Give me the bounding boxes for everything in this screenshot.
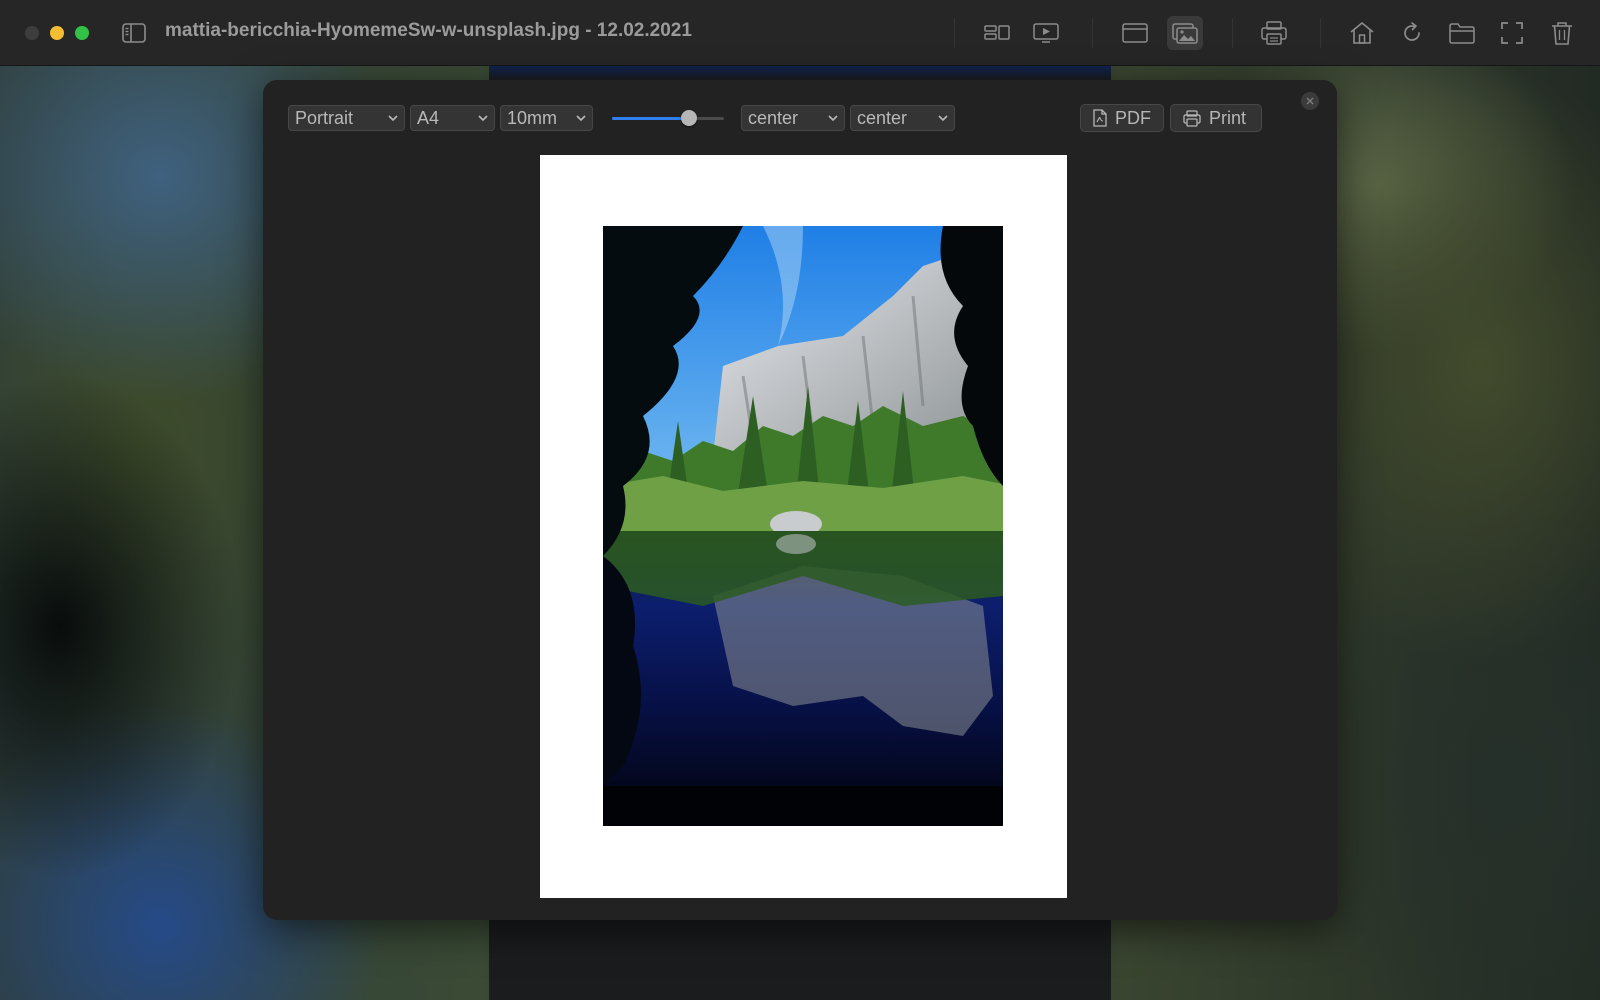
refresh-button[interactable] xyxy=(1394,16,1430,50)
fullscreen-icon xyxy=(1501,22,1523,44)
window-icon xyxy=(1122,23,1148,43)
window-mode-button[interactable] xyxy=(1117,16,1153,50)
sidebar-toggle-icon[interactable] xyxy=(122,22,146,44)
orientation-select[interactable]: Portrait xyxy=(288,105,405,131)
refresh-icon xyxy=(1404,22,1420,41)
orientation-value: Portrait xyxy=(295,108,354,128)
grid-view-button[interactable] xyxy=(979,16,1015,50)
slider-thumb[interactable] xyxy=(681,110,698,126)
delete-button[interactable] xyxy=(1544,16,1580,50)
toolbar-separator xyxy=(1320,18,1321,48)
minimize-window-button[interactable] xyxy=(50,26,64,40)
chevron-down-icon xyxy=(828,115,838,122)
image-library-button[interactable] xyxy=(1167,16,1203,50)
chevron-down-icon xyxy=(388,115,398,122)
folder-icon xyxy=(1449,23,1475,44)
pdf-button[interactable]: PDF xyxy=(1080,104,1164,132)
home-icon xyxy=(1350,22,1374,44)
pdf-button-label: PDF xyxy=(1115,107,1151,128)
trash-icon xyxy=(1552,22,1572,45)
toolbar-separator xyxy=(1232,18,1233,48)
margin-value: 10mm xyxy=(507,108,558,128)
chevron-down-icon xyxy=(938,115,948,122)
print-dialog: Portrait A4 10mm center center PDF Print xyxy=(263,80,1337,920)
page-preview xyxy=(540,155,1067,898)
chevron-down-icon xyxy=(576,115,586,122)
photo-preview xyxy=(603,226,1003,826)
vertical-align-value: center xyxy=(857,108,908,128)
home-button[interactable] xyxy=(1344,16,1380,50)
printer-icon xyxy=(1183,109,1201,127)
title-bar: mattia-bericchia-HyomemeSw-w-unsplash.jp… xyxy=(0,0,1600,66)
close-window-button[interactable] xyxy=(25,26,39,40)
paper-size-value: A4 xyxy=(417,108,440,128)
toolbar-separator xyxy=(1092,18,1093,48)
maximize-window-button[interactable] xyxy=(75,26,89,40)
fullscreen-button[interactable] xyxy=(1494,16,1530,50)
window-title: mattia-bericchia-HyomemeSw-w-unsplash.jp… xyxy=(165,20,692,41)
grid-view-icon xyxy=(984,25,1010,40)
chevron-down-icon xyxy=(478,115,488,122)
horizontal-align-select[interactable]: center xyxy=(741,105,845,131)
image-library-icon xyxy=(1172,23,1198,44)
print-button-toolbar[interactable] xyxy=(1256,16,1292,50)
paper-size-select[interactable]: A4 xyxy=(410,105,495,131)
open-folder-button[interactable] xyxy=(1444,16,1480,50)
print-button[interactable]: Print xyxy=(1170,104,1262,132)
pdf-file-icon xyxy=(1093,109,1107,127)
print-button-label: Print xyxy=(1209,107,1247,128)
slideshow-icon xyxy=(1033,23,1059,43)
printer-icon xyxy=(1261,21,1287,45)
vertical-align-select[interactable]: center xyxy=(850,105,955,131)
close-icon xyxy=(1306,97,1314,105)
dialog-close-button[interactable] xyxy=(1301,92,1319,110)
scale-slider[interactable] xyxy=(612,108,724,128)
slideshow-button[interactable] xyxy=(1028,16,1064,50)
horizontal-align-value: center xyxy=(748,108,799,128)
margin-select[interactable]: 10mm xyxy=(500,105,593,131)
toolbar-separator xyxy=(954,18,955,48)
slider-fill xyxy=(612,117,690,120)
